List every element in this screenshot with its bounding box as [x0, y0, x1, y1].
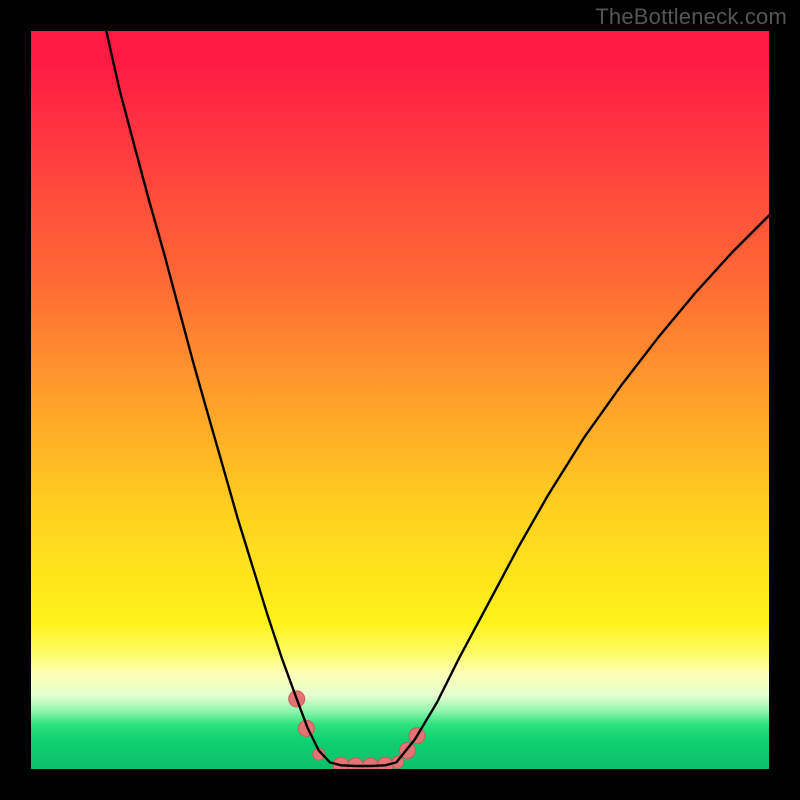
- chart-svg: [31, 31, 769, 769]
- curve-marker: [348, 758, 364, 769]
- attribution-label: TheBottleneck.com: [595, 4, 787, 30]
- chart-frame: TheBottleneck.com: [0, 0, 800, 800]
- curve-marker: [363, 758, 379, 769]
- plot-area: [31, 31, 769, 769]
- bottleneck-curve: [106, 31, 769, 766]
